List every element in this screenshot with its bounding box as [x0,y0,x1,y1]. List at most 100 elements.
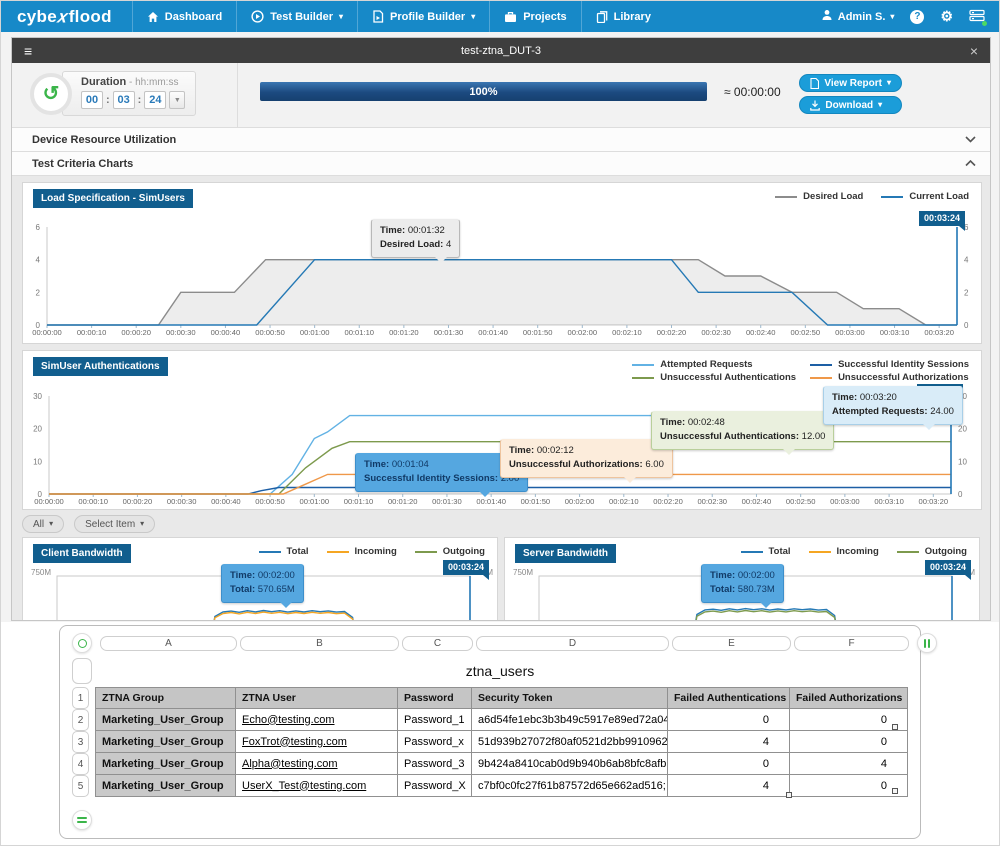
data-cell[interactable]: 51d939b27072f80af0521d2bb9910962; [472,731,668,753]
data-cell[interactable]: Marketing_User_Group [96,731,236,753]
duration-seconds-field[interactable]: 24 [144,91,166,109]
header-cell[interactable]: Failed Authentications [668,688,790,709]
legend-item[interactable]: Successful Identity Sessions [810,359,969,370]
close-icon[interactable]: × [970,43,978,59]
data-cell[interactable]: Password_x [398,731,472,753]
select-item-dropdown[interactable]: Select Item▾ [74,515,155,533]
svg-text:2: 2 [964,288,969,297]
data-cell[interactable]: 4 [668,775,790,797]
row-number[interactable]: 5 [72,775,89,797]
system-status-icon[interactable] [969,9,985,25]
svg-text:00:00:40: 00:00:40 [211,497,241,506]
row-number[interactable]: 4 [72,753,89,775]
svg-text:00:02:50: 00:02:50 [786,497,816,506]
nav-test-builder[interactable]: Test Builder ▾ [236,1,357,32]
sheet-menu-button[interactable] [72,810,92,830]
selection-handle[interactable] [786,792,792,798]
row-header-blank[interactable] [72,658,92,684]
data-cell[interactable]: UserX_Test@testing.com [236,775,398,797]
data-cell[interactable]: c7bf0c0fc27f61b87572d65e662ad516; [472,775,668,797]
data-cell[interactable]: Password_3 [398,753,472,775]
menu-icon[interactable]: ≡ [24,43,32,59]
ztna-users-spreadsheet: ABCDEF ztna_users 1ZTNA GroupZTNA UserPa… [59,625,921,839]
column-header-B[interactable]: B [240,636,399,651]
data-cell[interactable]: Marketing_User_Group [96,775,236,797]
progress-bar: 100% [260,82,707,101]
nav-profile-builder[interactable]: Profile Builder ▾ [357,1,489,32]
page: cybexflood Dashboard Test Builder ▾ Prof… [0,0,1000,846]
row-number[interactable]: 3 [72,731,89,753]
gear-icon[interactable]: ⚙ [940,8,953,25]
duration-dropdown[interactable]: ▼ [169,91,185,109]
header-cell[interactable]: Failed Authorizations [790,688,908,709]
svg-text:00:01:10: 00:01:10 [344,328,374,337]
record-circle-button[interactable] [72,633,92,653]
data-cell[interactable]: 0 [668,753,790,775]
column-header-A[interactable]: A [100,636,237,651]
legend-item[interactable]: Attempted Requests [632,359,796,370]
data-cell[interactable]: Marketing_User_Group [96,753,236,775]
legend-item[interactable]: Unsuccessful Authentications [632,372,796,383]
data-cell[interactable]: Marketing_User_Group [96,709,236,731]
nav-library[interactable]: Library [581,1,665,32]
play-circle-icon [251,10,264,23]
data-cell[interactable]: 0 [790,731,908,753]
data-cell[interactable]: FoxTrot@testing.com [236,731,398,753]
legend-item[interactable]: Total [259,546,309,557]
data-cell[interactable]: 0 [668,709,790,731]
help-icon[interactable]: ? [910,10,924,24]
nav-dashboard[interactable]: Dashboard [132,1,236,32]
data-cell[interactable]: 9b424a8410cab0d9b940b6ab8bfc8afb; [472,753,668,775]
data-cell[interactable]: 4 [790,753,908,775]
column-header-C[interactable]: C [402,636,473,651]
column-header-D[interactable]: D [476,636,669,651]
header-cell[interactable]: ZTNA Group [96,688,236,709]
sheet-grid: 1 ZTNA GroupZTNA UserPasswordSecurity Tok… [72,687,908,797]
chart-title-badge: Client Bandwidth [33,544,131,563]
row-number[interactable]: 1 [72,687,89,709]
data-cell[interactable]: 0 [790,775,908,797]
column-header-F[interactable]: F [794,636,909,651]
row-number[interactable]: 2 [72,709,89,731]
header-cell[interactable]: Password [398,688,472,709]
table-row: 5 Marketing_User_GroupUserX_Test@testing.… [72,775,908,797]
data-cell[interactable]: Password_1 [398,709,472,731]
legend-item[interactable]: Incoming [809,546,879,557]
data-cell[interactable]: 0 [790,709,908,731]
svg-text:00:01:20: 00:01:20 [389,328,419,337]
data-cell[interactable]: a6d54fe1ebc3b3b49c5917e89ed72a04; [472,709,668,731]
nav-projects[interactable]: Projects [489,1,580,32]
legend-item[interactable]: Outgoing [897,546,967,557]
data-cell[interactable]: Echo@testing.com [236,709,398,731]
legend-swatch [327,551,349,553]
view-report-button[interactable]: View Report ▾ [799,74,902,92]
header-cell[interactable]: ZTNA User [236,688,398,709]
selection-handle[interactable] [892,788,898,794]
cyberflood-logo[interactable]: cybexflood [1,1,132,32]
legend-item[interactable]: Outgoing [415,546,485,557]
column-header-E[interactable]: E [672,636,791,651]
header-cell[interactable]: Security Token [472,688,668,709]
duration-hours-field[interactable]: 00 [81,91,103,109]
window-titlebar: ≡ test-ztna_DUT-3 × [12,38,990,63]
accordion-test-criteria-charts[interactable]: Test Criteria Charts [12,152,990,176]
data-cell[interactable]: Password_X [398,775,472,797]
time-cursor-badge: 00:03:24 [919,211,965,226]
data-cell[interactable]: Alpha@testing.com [236,753,398,775]
legend-item[interactable]: Total [741,546,791,557]
accordion-device-resource-utilization[interactable]: Device Resource Utilization [12,128,990,152]
download-button[interactable]: Download ▾ [799,96,902,114]
selection-handle[interactable] [892,724,898,730]
pause-button[interactable] [917,633,937,653]
legend-item[interactable]: Current Load [881,191,969,202]
restart-button[interactable]: ↺ [30,73,72,115]
all-filter-dropdown[interactable]: All▾ [22,515,64,533]
user-menu[interactable]: Admin S. ▾ [821,9,895,24]
legend-swatch [897,551,919,553]
legend-item[interactable]: Incoming [327,546,397,557]
data-cell[interactable]: 4 [668,731,790,753]
duration-minutes-field[interactable]: 03 [113,91,135,109]
legend-item[interactable]: Desired Load [775,191,863,202]
legend-item[interactable]: Unsuccessful Authorizations [810,372,969,383]
svg-text:00:02:00: 00:02:00 [565,497,595,506]
